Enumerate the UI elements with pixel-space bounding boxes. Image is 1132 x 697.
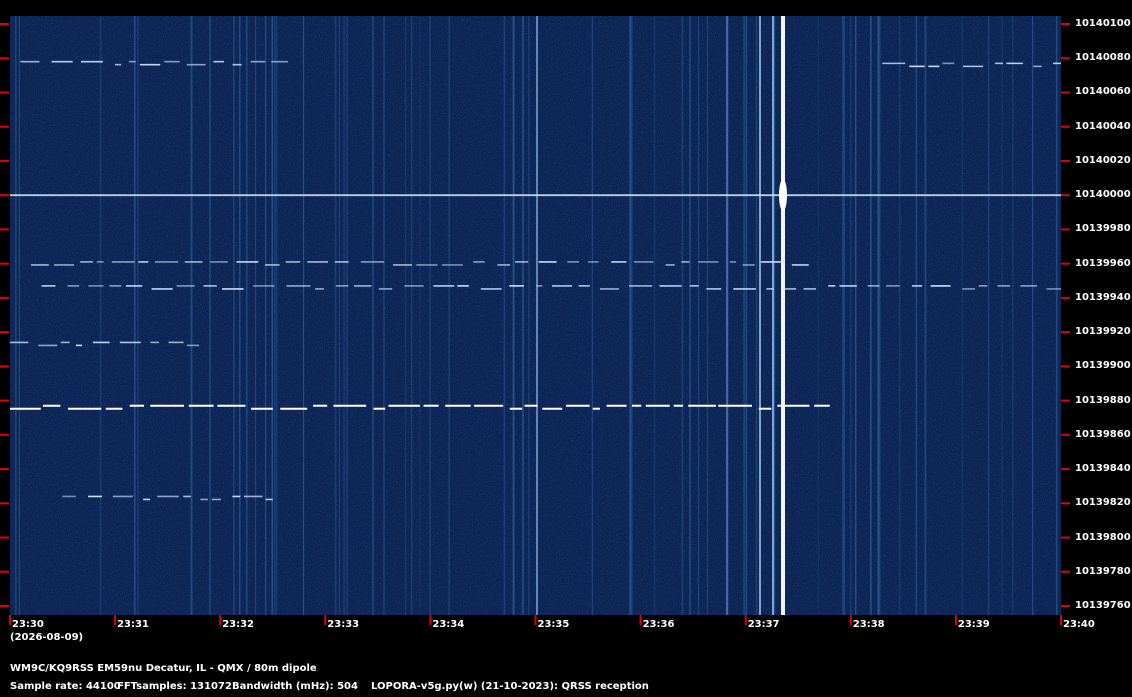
y-tick-label: 10139820 xyxy=(1075,497,1131,509)
right-ticks xyxy=(1061,23,1070,607)
x-tick-label: 23:40 xyxy=(1063,619,1095,630)
y-tick-label: 10139880 xyxy=(1075,394,1131,406)
y-tick-label: 10139960 xyxy=(1075,257,1131,269)
noise-texture xyxy=(10,16,1061,615)
bandwidth-label: Bandwidth (mHz): 504 xyxy=(232,681,358,692)
station-label: WM9C/KQ9RSS EM59nu Decatur, IL - QMX / 8… xyxy=(10,663,317,674)
spectrogram xyxy=(0,16,1070,625)
y-tick-label: 10139780 xyxy=(1075,565,1131,577)
y-tick-label: 10140060 xyxy=(1075,86,1131,98)
date-label: (2026-08-09) xyxy=(10,632,84,643)
x-tick-label: 23:39 xyxy=(957,619,990,630)
x-tick-label: 23:37 xyxy=(747,619,780,630)
x-tick-label: 23:33 xyxy=(327,619,360,630)
y-tick-label: 10140100 xyxy=(1075,18,1131,29)
y-tick-label: 10140040 xyxy=(1075,120,1131,132)
x-tick-label: 23:31 xyxy=(117,619,149,630)
y-tick-label: 10140080 xyxy=(1075,52,1131,64)
carrier-burst xyxy=(779,179,787,212)
x-tick-label: 23:38 xyxy=(852,619,885,630)
grabber-frame: 10140100 10140080 10140060 10140040 10140020… xyxy=(0,0,1132,697)
y-tick-label: 10139760 xyxy=(1075,600,1131,611)
y-tick-label: 10139840 xyxy=(1075,463,1131,475)
left-ticks xyxy=(0,23,9,607)
y-tick-label: 10139920 xyxy=(1075,326,1131,338)
y-tick-label: 10139980 xyxy=(1075,223,1131,235)
fft-samples-label: FFTsamples: 131072 xyxy=(117,681,232,692)
y-tick-label: 10140000 xyxy=(1075,189,1131,201)
x-tick-label: 23:34 xyxy=(432,619,465,630)
y-tick-label: 10139900 xyxy=(1075,360,1131,372)
bottom-ticks xyxy=(9,615,1062,625)
y-tick-label: 10140020 xyxy=(1075,154,1131,166)
sample-rate-label: Sample rate: 44100 xyxy=(10,681,121,692)
y-tick-label: 10139940 xyxy=(1075,291,1131,303)
x-tick-label: 23:36 xyxy=(642,619,675,630)
x-tick-label: 23:35 xyxy=(537,619,570,630)
y-tick-label: 10139800 xyxy=(1075,531,1131,543)
y-tick-label: 10139860 xyxy=(1075,428,1131,440)
software-label: LOPORA-v5g.py(w) (21-10-2023): QRSS rece… xyxy=(371,681,649,692)
x-tick-label: 23:30 xyxy=(12,619,44,630)
x-tick-label: 23:32 xyxy=(222,619,255,630)
